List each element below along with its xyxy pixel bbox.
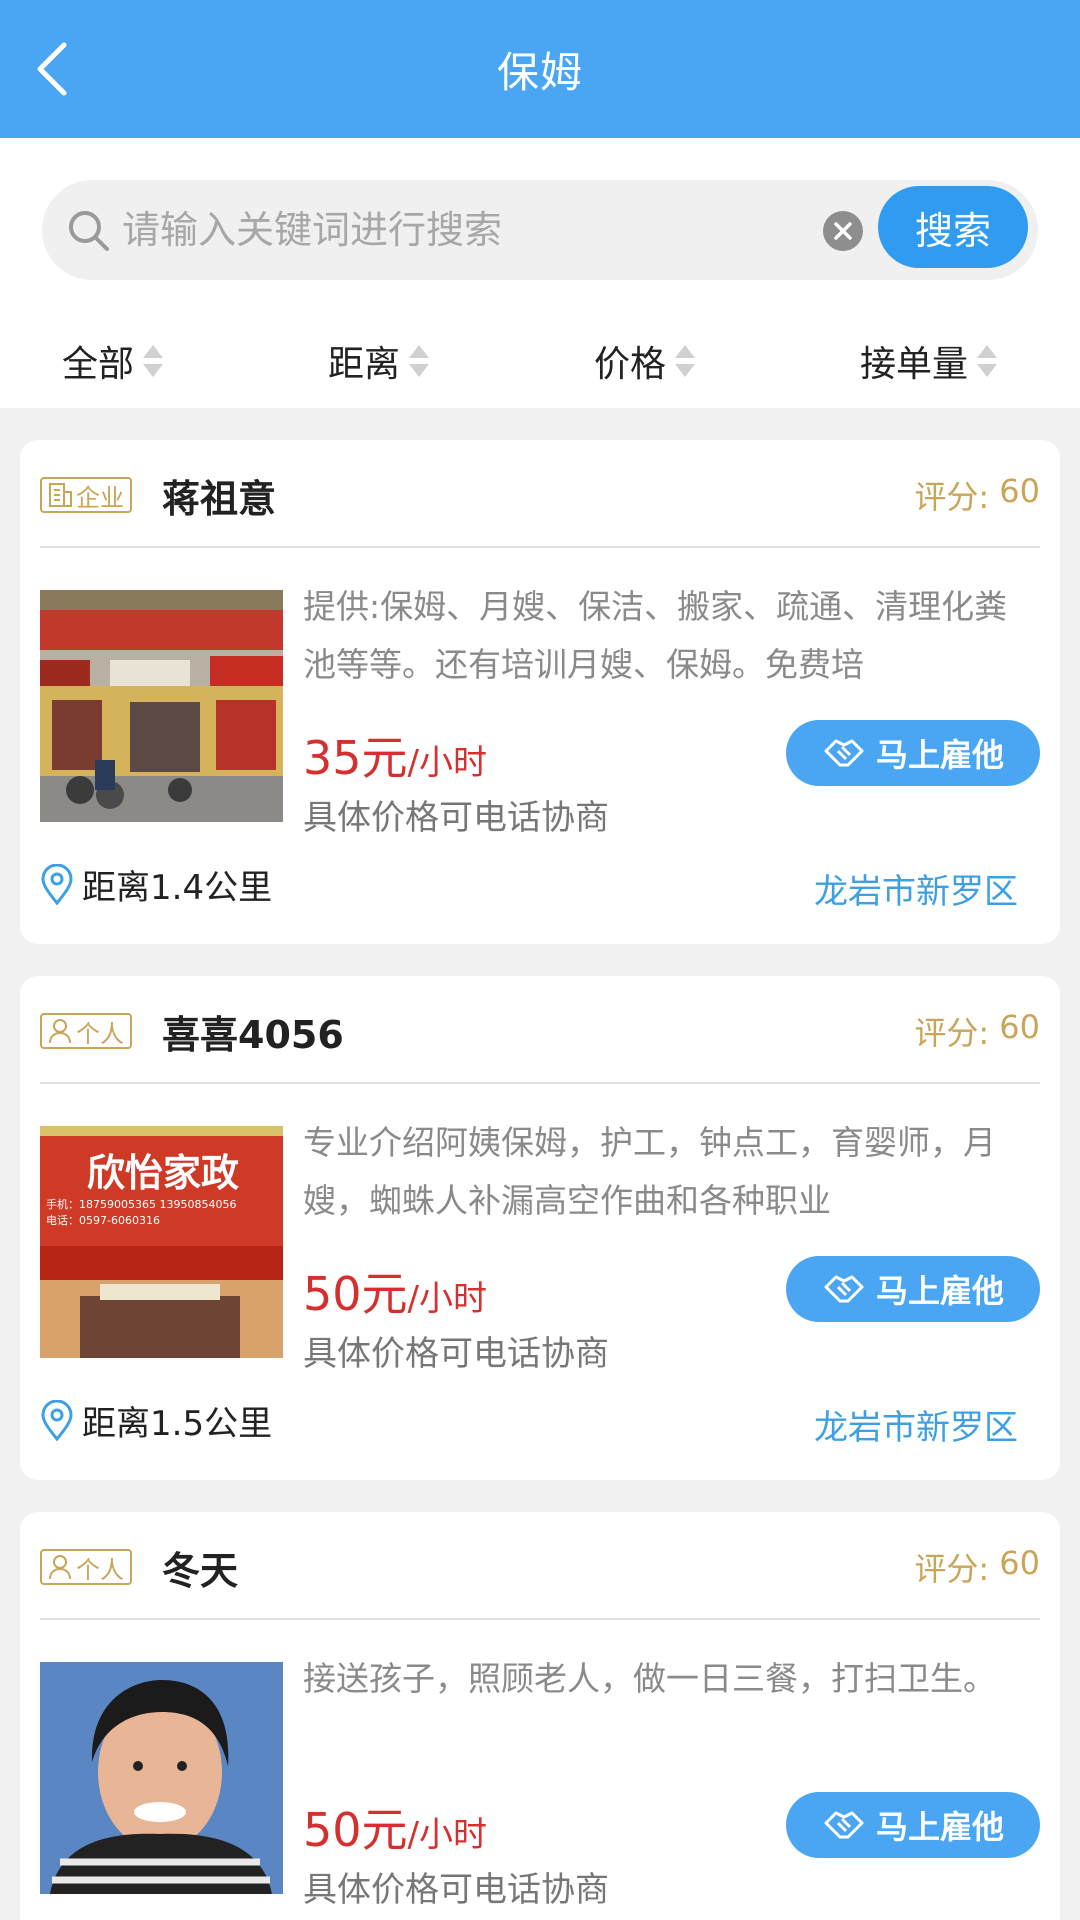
provider-photo [40, 590, 283, 822]
page-title: 保姆 [496, 47, 583, 97]
listing-card[interactable]: 个人 冬天 评分: 60 接送孩子，照顾老人，做一日三餐，打扫卫生。 50元/小… [20, 1512, 1060, 1920]
sort-icon [977, 345, 998, 377]
filter-distance[interactable]: 距离 [328, 316, 430, 406]
search-icon [69, 211, 109, 251]
app-header: 保姆 [0, 0, 1080, 138]
type-tag: 个人 [40, 1549, 132, 1585]
filter-price[interactable]: 价格 [594, 316, 696, 406]
search-area: 搜索 全部 距离 价格 接单量 [0, 138, 1080, 408]
handshake-icon [824, 1811, 864, 1839]
provider-name: 蒋祖意 [162, 477, 277, 521]
provider-photo [40, 1662, 283, 1894]
distance-label: 距离1.5公里 [82, 1404, 273, 1444]
search-button[interactable]: 搜索 [878, 186, 1028, 268]
listing-card[interactable]: 个人 喜喜4056 评分: 60 欣怡家政 手机：18759005365 139… [20, 976, 1060, 1480]
hire-label: 马上雇他 [875, 1272, 1004, 1310]
description: 提供:保姆、月嫂、保洁、搬家、疏通、清理化粪池等等。还有培训月嫂、保姆。免费培 [303, 587, 1008, 684]
filter-bar: 全部 距离 价格 接单量 [0, 316, 1080, 406]
price-note: 具体价格可电话协商 [303, 1870, 609, 1910]
photo-sign-text: 欣怡家政 [86, 1150, 239, 1195]
price-unit: /小时 [407, 1815, 488, 1855]
divider [40, 1618, 1040, 1620]
distance: 距离1.4公里 [40, 860, 272, 909]
price-value: 50元 [303, 1803, 408, 1857]
tag-label: 企业 [76, 483, 124, 512]
type-tag: 个人 [40, 1013, 132, 1049]
photo-phone-text: 手机：18759005365 13950854056 [46, 1198, 237, 1211]
chevron-left-icon [37, 42, 67, 96]
description: 接送孩子，照顾老人，做一日三餐，打扫卫生。 [303, 1659, 996, 1698]
rating-label: 评分: [914, 1014, 990, 1052]
tag-label: 个人 [76, 1019, 124, 1048]
filter-orders[interactable]: 接单量 [860, 316, 998, 406]
filter-label: 接单量 [860, 344, 969, 385]
price-unit: /小时 [407, 1279, 488, 1319]
divider [40, 546, 1040, 548]
rating: 评分: 60 [914, 472, 1040, 518]
distance-label: 距离1.4公里 [82, 868, 273, 908]
rating: 评分: 60 [914, 1544, 1040, 1590]
sort-icon [143, 345, 164, 377]
person-icon [49, 1555, 71, 1580]
back-button[interactable] [22, 34, 82, 104]
location-pin-icon [41, 1399, 73, 1441]
price: 50元/小时 [303, 1258, 487, 1324]
hire-button[interactable]: 马上雇他 [786, 720, 1040, 786]
filter-all[interactable]: 全部 [62, 316, 164, 406]
rating-value: 60 [999, 1008, 1040, 1046]
price-note: 具体价格可电话协商 [303, 1334, 609, 1374]
provider-photo: 欣怡家政 手机：18759005365 13950854056 电话：0597-… [40, 1126, 283, 1358]
hire-button[interactable]: 马上雇他 [786, 1792, 1040, 1858]
hire-label: 马上雇他 [875, 736, 1004, 774]
provider-name: 冬天 [162, 1549, 239, 1593]
person-icon [49, 1019, 71, 1044]
search-input[interactable] [122, 200, 842, 260]
filter-label: 全部 [62, 344, 135, 385]
rating-value: 60 [999, 1544, 1040, 1582]
rating: 评分: 60 [914, 1008, 1040, 1054]
description: 专业介绍阿姨保姆，护工，钟点工，育婴师，月嫂，蜘蛛人补漏高空作曲和各种职业 [303, 1123, 996, 1220]
building-icon [49, 483, 72, 507]
price: 35元/小时 [303, 722, 487, 788]
price: 50元/小时 [303, 1794, 487, 1860]
price-note: 具体价格可电话协商 [303, 798, 609, 838]
photo-tel-text: 电话：0597-6060316 [46, 1214, 160, 1227]
rating-label: 评分: [914, 478, 990, 516]
sort-icon [675, 345, 696, 377]
location-pin-icon [41, 863, 73, 905]
sort-icon [409, 345, 430, 377]
listing-card[interactable]: 企业 蒋祖意 评分: 60 提供:保姆、月嫂、保洁、搬家、疏通、清理化粪池等等。… [20, 440, 1060, 944]
type-tag: 企业 [40, 477, 132, 513]
hire-button[interactable]: 马上雇他 [786, 1256, 1040, 1322]
price-value: 50元 [303, 1267, 408, 1321]
divider [40, 1082, 1040, 1084]
clear-icon[interactable] [822, 210, 864, 252]
price-value: 35元 [303, 731, 408, 785]
tag-label: 个人 [76, 1555, 124, 1584]
distance: 距离1.5公里 [40, 1396, 272, 1445]
filter-label: 价格 [594, 344, 667, 385]
price-unit: /小时 [407, 743, 488, 783]
region: 龙岩市新罗区 [814, 872, 1018, 912]
rating-label: 评分: [914, 1550, 990, 1588]
filter-label: 距离 [328, 344, 401, 385]
handshake-icon [824, 739, 864, 767]
rating-value: 60 [999, 472, 1040, 510]
search-box: 搜索 [42, 180, 1038, 280]
region: 龙岩市新罗区 [814, 1408, 1018, 1448]
provider-name: 喜喜4056 [162, 1013, 344, 1057]
hire-label: 马上雇他 [875, 1808, 1004, 1846]
handshake-icon [824, 1275, 864, 1303]
